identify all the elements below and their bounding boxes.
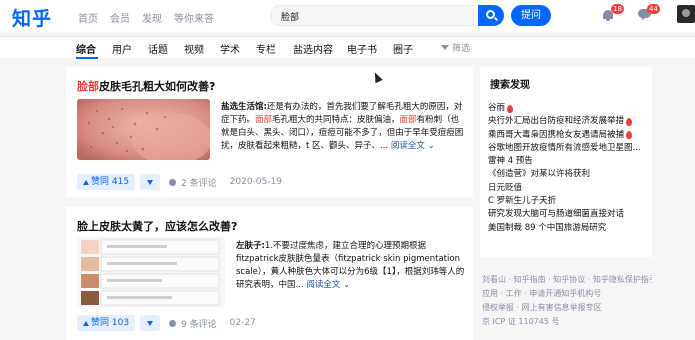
avatar[interactable] — [677, 5, 695, 23]
nav-home[interactable]: 首页 — [78, 10, 98, 25]
downvote-button[interactable] — [140, 315, 161, 331]
filter-label: 筛选 — [452, 44, 471, 54]
read-more-link[interactable]: 阅读全文 — [391, 141, 425, 151]
search-result-card: 脸部皮肤毛孔粗大如何改善? 盐选生活馆:还是有办法的，首先我们要了解毛孔粗大的原… — [66, 67, 473, 197]
search-button[interactable] — [478, 5, 504, 26]
answer-thumbnail[interactable] — [77, 237, 225, 307]
trending-item[interactable]: 央行外汇局出台防疫和经济发展举措 — [488, 115, 648, 128]
footer-line[interactable]: 侵权举报 · 网上有害信息举报专区 — [482, 301, 652, 315]
upvote-icon — [83, 320, 89, 326]
nav-explore[interactable]: 发现 — [142, 10, 162, 25]
answer-excerpt[interactable]: 左肤子:1.不要过度焦虑，建立合理的心理预期根据fitzpatrick皮肤肤色量… — [236, 240, 466, 294]
nav-vip[interactable]: 会员 — [110, 10, 130, 25]
answer-thumbnail[interactable] — [77, 99, 210, 160]
answer-excerpt[interactable]: 盐选生活馆:还是有办法的，首先我们要了解毛孔粗大的原因，对症下药。面部毛孔粗大的… — [221, 101, 467, 155]
search-discovery-panel: 搜索发现 谷雨 央行外汇局出台防疫和经济发展举措 乘西哥大毒枭因携枪女友遇请局被… — [480, 67, 652, 257]
question-title[interactable]: 脸部皮肤毛孔粗大如何改善? — [77, 78, 215, 94]
trending-item[interactable]: 谷雨 — [488, 102, 648, 115]
trending-item[interactable]: 雷神 4 预告 — [488, 155, 648, 168]
comments-button[interactable]: 9 条评论 — [181, 317, 217, 330]
answer-actions: 赞同 103 9 条评论 02-27 — [77, 315, 256, 331]
comment-icon — [169, 319, 177, 327]
top-navbar: 知乎 首页 会员 发现 等你来答 脸部 提问 18 44 — [0, 0, 695, 32]
trending-item[interactable]: 日元贬值 — [488, 182, 648, 195]
footer-line: 京 ICP 证 110745 号 — [482, 317, 560, 326]
downvote-button[interactable] — [140, 174, 161, 190]
trending-item[interactable]: C 罗新生儿子夭折 — [488, 195, 648, 208]
trending-item[interactable]: 《创造营》对某以许将获利 — [488, 168, 648, 181]
answer-actions: 赞同 415 2 条评论 2020-05-19 — [77, 174, 282, 190]
zhihu-logo[interactable]: 知乎 — [12, 4, 52, 31]
chevron-down-icon: ⌄ — [340, 280, 351, 290]
comments-button[interactable]: 2 条评论 — [181, 176, 217, 189]
skin-tone-chart-image — [77, 237, 225, 307]
ask-question-button[interactable]: 提问 — [511, 5, 551, 26]
tab-topics[interactable]: 话题 — [148, 41, 168, 56]
message-badge: 44 — [647, 4, 660, 14]
search-input[interactable]: 脸部 — [270, 5, 474, 26]
tab-videos[interactable]: 视频 — [184, 41, 204, 56]
answer-date: 02-27 — [229, 318, 256, 328]
hot-icon — [507, 104, 514, 113]
answer-date: 2020-05-19 — [229, 177, 282, 187]
tab-ebooks[interactable]: 电子书 — [347, 41, 377, 56]
skin-pores-image — [77, 99, 210, 160]
hot-icon — [626, 131, 633, 140]
trending-item[interactable]: 谷歌地图开放疫情所有流感爱地卫星图... — [488, 142, 648, 155]
upvote-icon — [83, 179, 89, 185]
footer-line[interactable]: 刘看山 · 知乎指南 · 知乎协议 · 知乎隐私保护指引 — [482, 273, 652, 287]
tab-circles[interactable]: 圈子 — [393, 41, 413, 56]
trending-list: 谷雨 央行外汇局出台防疫和经济发展举措 乘西哥大毒枭因携枪女友遇请局被捕 谷歌地… — [488, 102, 648, 235]
trending-item[interactable]: 美国制裁 89 个中国旅游局研究 — [488, 222, 648, 235]
tab-users[interactable]: 用户 — [112, 41, 132, 56]
question-title[interactable]: 脸上皮肤太黄了，应该怎么改善? — [77, 218, 237, 234]
tab-salt-content[interactable]: 盐选内容 — [293, 41, 333, 56]
trending-item[interactable]: 研究发现大脑可与肠道细菌直接对话 — [488, 208, 648, 221]
funnel-icon — [441, 45, 449, 50]
chevron-down-icon: ⌄ — [424, 141, 435, 151]
tab-all[interactable]: 综合 — [76, 41, 96, 56]
panel-title: 搜索发现 — [490, 80, 530, 91]
upvote-button[interactable]: 赞同 415 — [77, 174, 136, 190]
comment-icon — [169, 178, 177, 186]
filter-button[interactable]: 筛选 — [441, 41, 470, 54]
notification-badge: 18 — [611, 4, 624, 14]
active-tab-indicator — [76, 57, 98, 59]
hot-icon — [626, 117, 633, 126]
trending-item[interactable]: 乘西哥大毒枭因携枪女友遇请局被捕 — [488, 129, 648, 142]
search-tabs: 综合 用户 话题 视频 学术 专栏 盐选内容 电子书 圈子 筛选 — [0, 36, 695, 59]
downvote-icon — [147, 180, 154, 185]
tab-columns[interactable]: 专栏 — [256, 41, 276, 56]
tab-academic[interactable]: 学术 — [220, 41, 240, 56]
read-more-link[interactable]: 阅读全文 — [306, 280, 340, 290]
search-result-card: 脸上皮肤太黄了，应该怎么改善? 左肤子:1.不要过度焦虑，建立合理的心理预期根据… — [66, 207, 473, 340]
upvote-button[interactable]: 赞同 103 — [77, 315, 136, 331]
nav-waiting[interactable]: 等你来答 — [174, 10, 214, 25]
footer-line[interactable]: 应用 · 工作 · 申请开通知乎机构号 — [482, 287, 652, 301]
downvote-icon — [147, 321, 154, 326]
footer-links: 刘看山 · 知乎指南 · 知乎协议 · 知乎隐私保护指引 应用 · 工作 · 申… — [482, 273, 652, 329]
main-nav: 首页 会员 发现 等你来答 — [78, 10, 214, 25]
